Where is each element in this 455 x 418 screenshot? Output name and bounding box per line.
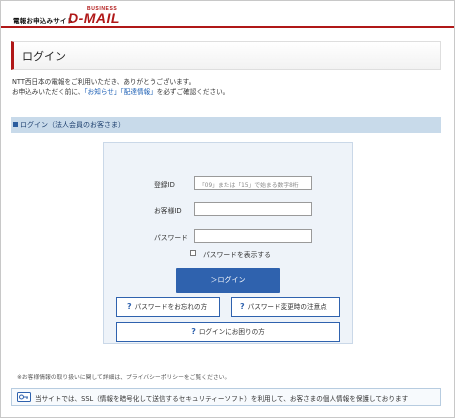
password-label: パスワード [154, 234, 188, 242]
login-panel: 登録ID 「09」または「15」で始まる数字8桁 お客様ID パスワード パスワ… [103, 142, 353, 344]
show-password-checkbox[interactable] [190, 250, 196, 256]
intro-prefix: お申込みいただく前に、 [12, 88, 85, 96]
forgot-password-label: パスワードをお忘れの方 [134, 303, 208, 311]
question-icon: ? [191, 327, 196, 336]
intro-suffix: を必ずご確認ください。 [156, 88, 230, 96]
site-header: 電報お申込みサイト BUSINESS D-MAIL [1, 1, 454, 27]
show-password-label[interactable]: パスワードを表示する [203, 249, 271, 259]
page-title-bar: ログイン [11, 41, 441, 70]
ssl-notice-box: 当サイトでは、SSL（情報を暗号化して送信するセキュリティーソフト）を利用して、… [11, 388, 441, 406]
section-title: ログイン（法人会員のお客さま） [20, 121, 125, 129]
login-trouble-button[interactable]: ? ログインにお困りの方 [116, 322, 340, 342]
header-divider [1, 26, 454, 28]
login-trouble-label: ログインにお困りの方 [198, 328, 265, 336]
password-change-notes-label: パスワード変更時の注意点 [247, 303, 327, 311]
news-link[interactable]: 「お知らせ」 [84, 88, 120, 96]
password-input[interactable] [194, 229, 312, 243]
registration-id-input[interactable]: 「09」または「15」で始まる数字8桁 [194, 176, 312, 190]
question-icon: ? [240, 302, 245, 311]
forgot-password-button[interactable]: ? パスワードをお忘れの方 [116, 297, 220, 317]
customer-id-label: お客様ID [154, 207, 182, 215]
question-icon: ? [127, 302, 132, 311]
section-header: ログイン（法人会員のお客さま） [11, 117, 441, 133]
ssl-notice-text: 当サイトでは、SSL（情報を暗号化して送信するセキュリティーソフト）を利用して、… [35, 395, 409, 403]
registration-id-label: 登録ID [154, 181, 175, 189]
service-name: 電報お申込みサイト [13, 17, 74, 25]
privacy-note: ※お客様情報の取り扱いに関して詳細は、プライバシーポリシーをご覧ください。 [17, 375, 231, 381]
customer-id-input[interactable] [194, 202, 312, 216]
delivery-info-link[interactable]: 「配達情報」 [120, 88, 156, 96]
ssl-key-icon [17, 392, 31, 402]
intro-line-2: お申込みいただく前に、「お知らせ」「配達情報」を必ずご確認ください。 [12, 88, 229, 97]
password-change-notes-button[interactable]: ? パスワード変更時の注意点 [231, 297, 340, 317]
dmail-logo[interactable]: D-MAIL [68, 10, 120, 26]
page-title: ログイン [22, 50, 66, 63]
intro-line-1: NTT西日本の電報をご利用いただき、ありがとうございます。 [12, 78, 196, 86]
section-square-icon [13, 122, 18, 127]
login-button[interactable]: ＞ログイン [176, 268, 280, 293]
